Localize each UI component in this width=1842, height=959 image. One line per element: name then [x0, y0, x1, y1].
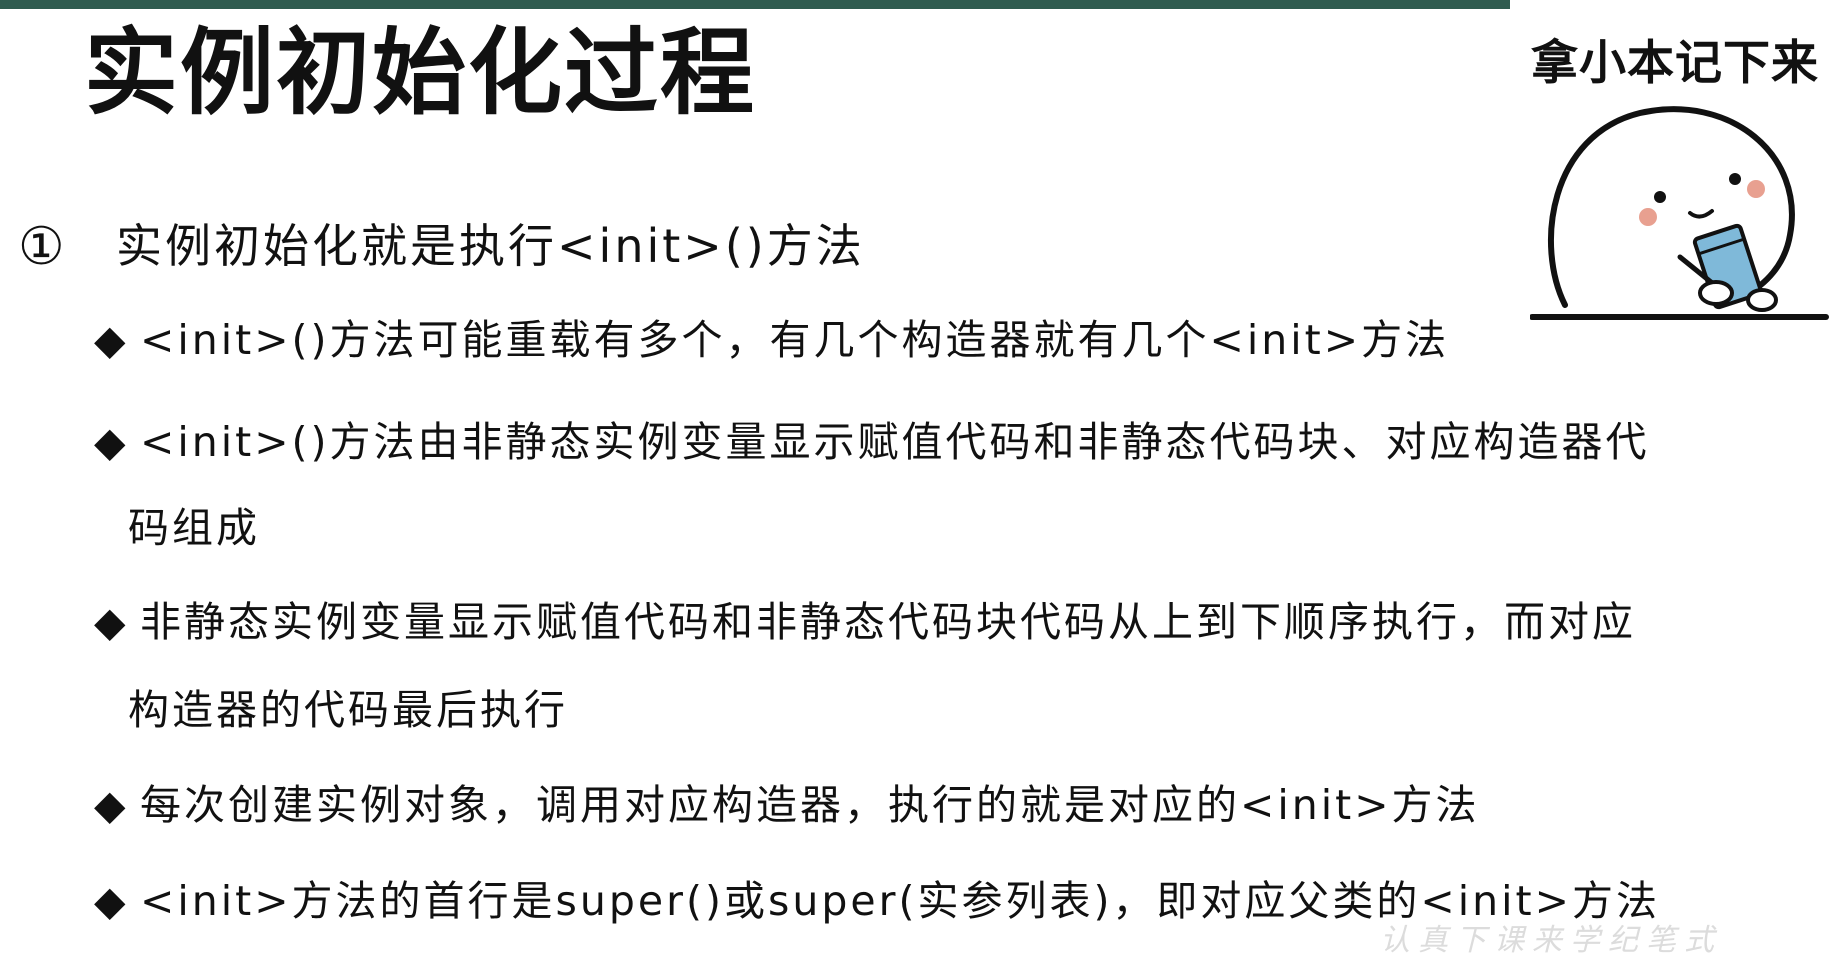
bullet-3: ◆ 非静态实例变量显示赋值代码和非静态代码块代码从上到下顺序执行，而对应 [94, 598, 1636, 646]
bullet-2-continuation: 码组成 [128, 504, 260, 552]
bullet-mark: ◆ [94, 418, 129, 466]
bullet-mark: ◆ [94, 598, 129, 646]
top-rule [0, 0, 1510, 9]
bullet-1: ◆ <init>()方法可能重载有多个，有几个构造器就有几个<init>方法 [94, 316, 1450, 364]
sticker-caption: 拿小本记下来 [1531, 36, 1819, 91]
bullet-text: 非静态实例变量显示赋值代码和非静态代码块代码从上到下顺序执行，而对应 [140, 598, 1636, 646]
bullet-2: ◆ <init>()方法由非静态实例变量显示赋值代码和非静态代码块、对应构造器代 [94, 418, 1650, 466]
bullet-mark: ◆ [94, 316, 129, 364]
bullet-4: ◆ 每次创建实例对象，调用对应构造器，执行的就是对应的<init>方法 [94, 781, 1480, 829]
bullet-3-continuation: 构造器的代码最后执行 [128, 686, 568, 734]
bullet-mark: ◆ [94, 877, 129, 925]
item-number: ① [18, 217, 65, 277]
bullet-text: 每次创建实例对象，调用对应构造器，执行的就是对应的<init>方法 [140, 781, 1480, 829]
bullet-text: <init>()方法由非静态实例变量显示赋值代码和非静态代码块、对应构造器代 [140, 418, 1650, 466]
bullet-mark: ◆ [94, 781, 129, 829]
slide-title: 实例初始化过程 [84, 19, 757, 128]
bullet-text: <init>()方法可能重载有多个，有几个构造器就有几个<init>方法 [140, 316, 1450, 364]
note-taking-character-sticker [1530, 106, 1829, 320]
item-text: 实例初始化就是执行<init>()方法 [116, 219, 865, 273]
faint-footer-text: 认真下课来学纪笔式 [1380, 923, 1722, 958]
